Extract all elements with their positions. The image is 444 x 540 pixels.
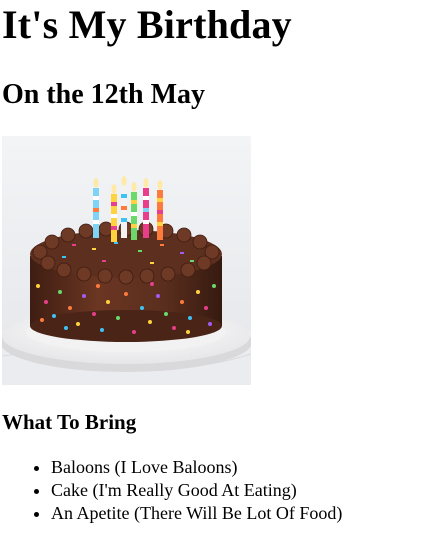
- list-item: An Apetite (There Will Be Lot Of Food): [51, 502, 442, 525]
- bring-list: Baloons (I Love Baloons) Cake (I'm Reall…: [2, 456, 442, 525]
- birthday-cake-image: [2, 136, 251, 385]
- page-subtitle: On the 12th May: [2, 79, 205, 110]
- page-content: It's My Birthday On the 12th May What To…: [2, 0, 442, 525]
- page-title: It's My Birthday: [2, 2, 292, 47]
- list-item: Baloons (I Love Baloons): [51, 456, 442, 479]
- what-to-bring-heading: What To Bring: [2, 410, 137, 434]
- list-item: Cake (I'm Really Good At Eating): [51, 479, 442, 502]
